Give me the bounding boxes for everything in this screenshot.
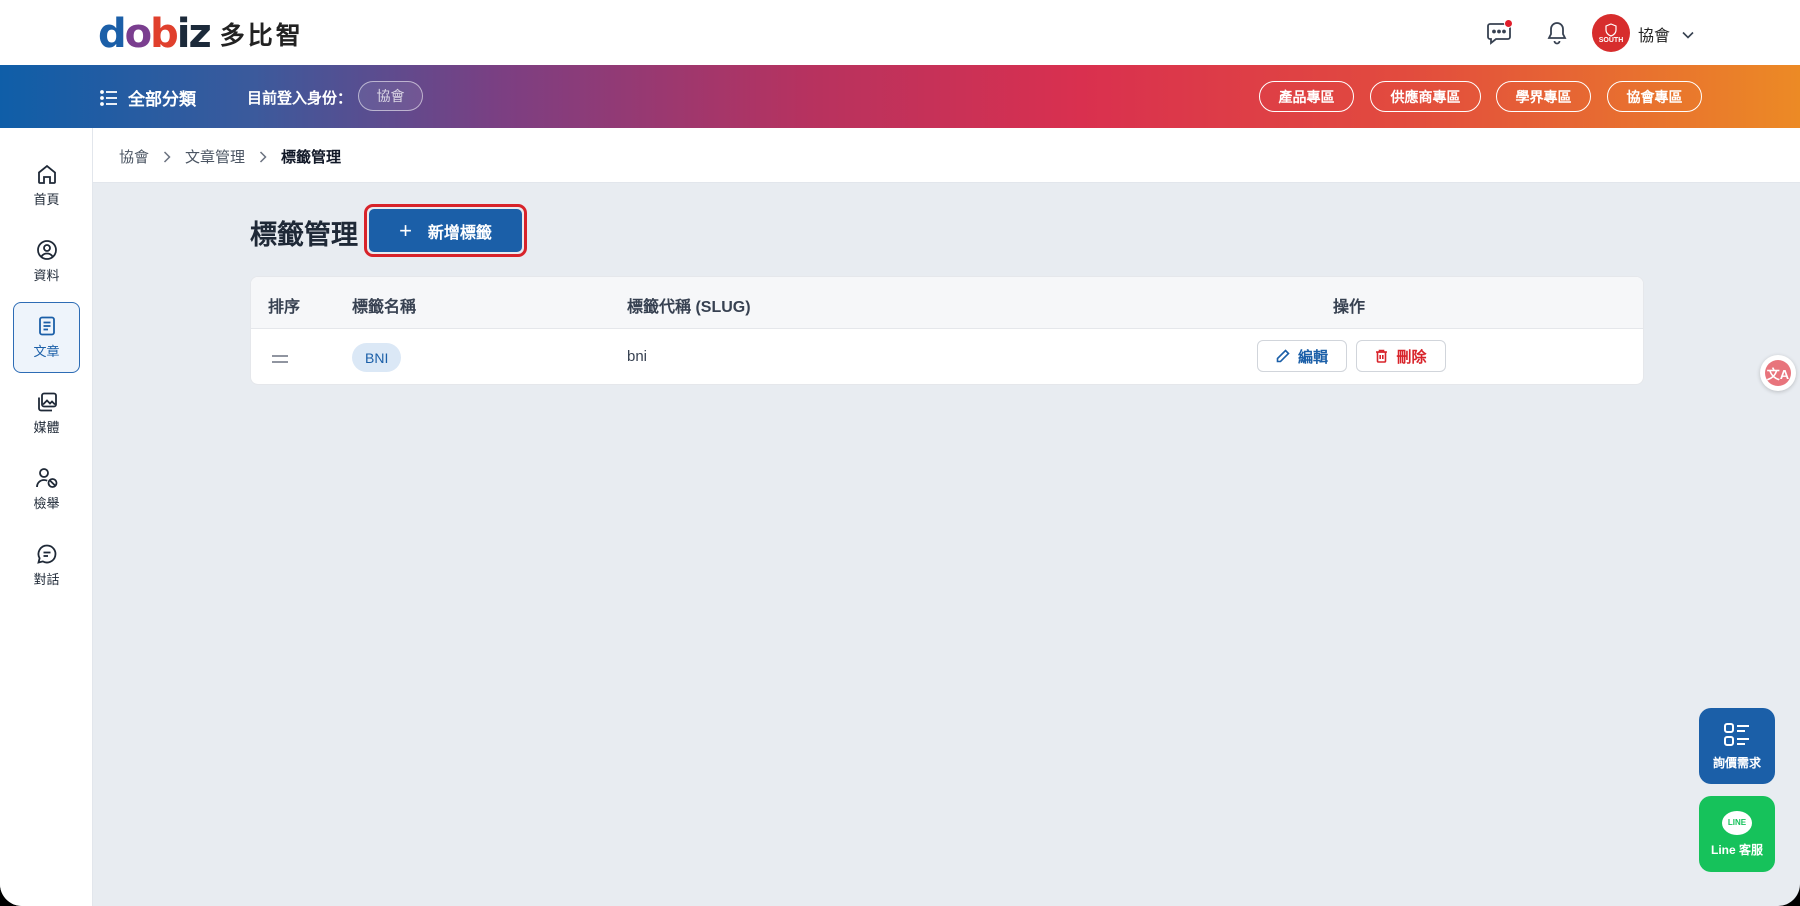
breadcrumb-bar: 協會 文章管理 標籤管理 [93,128,1800,183]
top-header: dobiz 多比智 SOUTH 協會 [0,0,1800,65]
app-window: dobiz 多比智 SOUTH 協會 全部分類 目前登入身份： 協會 產品專區 … [0,0,1800,906]
plus-icon: + [399,217,412,243]
logo-text: 多比智 [219,22,304,50]
avatar[interactable]: SOUTH [1592,14,1630,52]
breadcrumb-item[interactable]: 協會 [119,146,149,167]
tag-slug: bni [627,348,648,365]
dobiz-logo[interactable]: dobiz 多比智 [98,14,304,54]
breadcrumb-item[interactable]: 文章管理 [185,146,245,167]
sidebar-item-label: 首頁 [33,192,60,207]
delete-label: 刪除 [1396,348,1427,366]
user-name[interactable]: 協會 [1638,22,1670,46]
chat-icon [36,544,56,564]
trash-icon [1376,349,1388,363]
list-menu-icon [100,89,117,106]
breadcrumb-current: 標籤管理 [281,149,342,166]
sidebar-item-chat[interactable]: 對話 [13,530,80,601]
chat-bubble-icon[interactable] [1484,18,1514,48]
bell-icon[interactable] [1542,18,1572,48]
translate-button[interactable]: 文A [1760,355,1796,391]
page-title: 標籤管理 [250,220,358,250]
sidebar-item-home[interactable]: 首頁 [13,150,80,221]
edit-label: 編輯 [1297,348,1328,366]
table-header: 排序 標籤名稱 標籤代稱 (SLUG) 操作 [251,277,1643,329]
sidebar-item-label: 文章 [33,344,60,359]
chevron-right-icon [163,150,171,163]
media-icon [37,392,57,412]
tags-table: 排序 標籤名稱 標籤代稱 (SLUG) 操作 BNI bni 編輯 刪除 [250,276,1644,385]
sidebar: 首頁 資料 文章 媒體 檢舉 對話 [0,128,93,906]
column-header-order: 排序 [268,299,301,316]
column-header-slug: 標籤代稱 (SLUG) [627,299,751,316]
all-categories-button[interactable]: 全部分類 [100,85,196,110]
notification-dot [1504,19,1513,28]
add-tag-label: 新增標籤 [427,224,492,242]
edit-button[interactable]: 編輯 [1257,340,1347,372]
add-tag-button-inner: + 新增標籤 [369,209,522,252]
report-user-icon [35,468,57,488]
add-tag-button[interactable]: + 新增標籤 [364,204,527,257]
chevron-right-icon [259,150,267,163]
tag-badge: BNI [352,343,402,372]
drag-handle-icon[interactable] [271,351,289,369]
category-bar: 全部分類 目前登入身份： 協會 產品專區 供應商專區 學界專區 協會專區 [0,65,1800,128]
column-header-actions: 操作 [1333,299,1366,316]
sidebar-item-label: 資料 [33,268,60,283]
zone-association-button[interactable]: 協會專區 [1607,81,1702,112]
zone-academia-button[interactable]: 學界專區 [1496,81,1591,112]
quote-request-button[interactable]: 詢價需求 [1699,708,1775,784]
identity-badge: 協會 [358,81,423,111]
sidebar-item-profile[interactable]: 資料 [13,226,80,297]
sidebar-item-media[interactable]: 媒體 [13,378,80,449]
user-circle-icon [36,240,57,260]
document-icon [38,316,55,336]
zone-products-button[interactable]: 產品專區 [1259,81,1354,112]
avatar-text: SOUTH [1598,36,1624,44]
breadcrumb: 協會 文章管理 標籤管理 [119,146,341,167]
sidebar-item-label: 媒體 [33,420,60,435]
pencil-icon [1276,349,1290,363]
all-categories-label: 全部分類 [128,90,196,109]
home-icon [37,164,56,184]
sidebar-item-label: 檢舉 [33,496,60,511]
table-row: BNI bni 編輯 刪除 [251,329,1643,384]
column-header-name: 標籤名稱 [352,299,417,316]
sidebar-item-reports[interactable]: 檢舉 [13,454,80,525]
zone-suppliers-button[interactable]: 供應商專區 [1370,81,1481,112]
sidebar-item-articles[interactable]: 文章 [13,302,80,373]
chevron-down-icon[interactable] [1682,26,1694,44]
logo-mark: dobiz [98,11,212,57]
line-support-button[interactable]: LINE Line 客服 [1699,796,1775,872]
line-support-label: Line 客服 [1710,842,1763,857]
shield-icon [1605,22,1617,37]
translate-icon: 文A [1765,360,1791,386]
line-icon: LINE [1722,810,1752,835]
quote-request-label: 詢價需求 [1712,755,1761,770]
list-grid-icon [1724,722,1749,746]
delete-button[interactable]: 刪除 [1356,340,1446,372]
identity-label: 目前登入身份： [247,90,353,107]
sidebar-item-label: 對話 [33,572,60,587]
